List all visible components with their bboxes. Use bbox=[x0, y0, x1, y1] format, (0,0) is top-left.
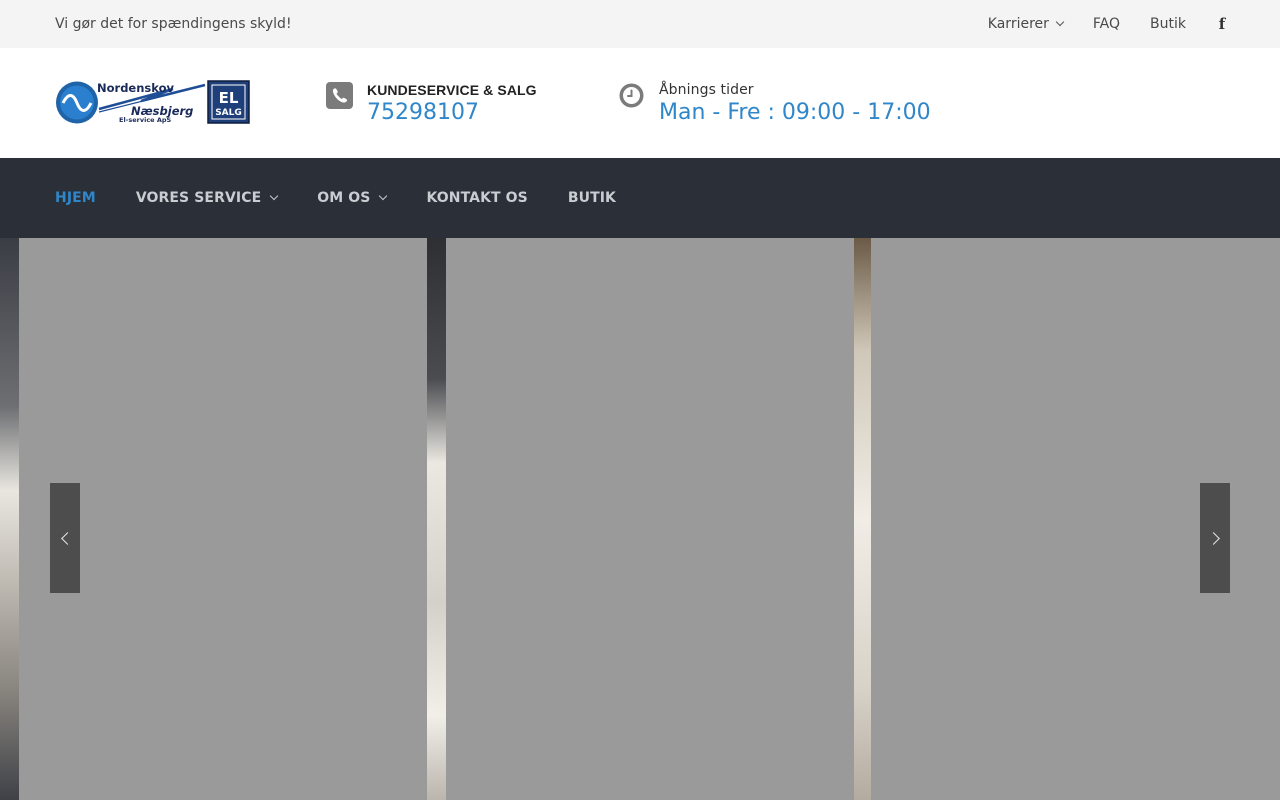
logo-badge-top: EL bbox=[219, 89, 239, 107]
logo-line1: Nordenskov bbox=[97, 81, 174, 95]
phone-icon bbox=[326, 82, 353, 109]
slide-image-strip bbox=[0, 238, 19, 800]
opening-hours-text: Åbnings tider Man - Fre : 09:00 - 17:00 bbox=[659, 81, 931, 127]
slide-overlay-panel bbox=[446, 238, 854, 800]
nav-item-kontakt-os[interactable]: KONTAKT OS bbox=[426, 190, 527, 206]
top-link-label: FAQ bbox=[1092, 16, 1121, 32]
top-link-butik[interactable]: Butik bbox=[1150, 16, 1186, 32]
nav-item-label: HJEM bbox=[55, 190, 96, 206]
top-link-label: Butik bbox=[1150, 16, 1186, 32]
top-link-karrierer[interactable]: Karrierer bbox=[987, 16, 1065, 32]
logo-badge-bottom: SALG bbox=[215, 108, 242, 118]
slider-next-button[interactable] bbox=[1200, 483, 1230, 593]
top-bar: Vi gør det for spændingens skyld! Karrie… bbox=[0, 0, 1280, 48]
logo-line3: El-service ApS bbox=[119, 116, 172, 124]
facebook-icon: f bbox=[1218, 15, 1226, 33]
slide-image-strip bbox=[427, 238, 446, 800]
clock-icon bbox=[618, 82, 645, 109]
phone-number[interactable]: 75298107 bbox=[367, 99, 537, 127]
top-links: Karrierer FAQ Butik f bbox=[988, 0, 1228, 48]
chevron-down-icon bbox=[379, 191, 388, 201]
nav-item-label: OM OS bbox=[317, 190, 371, 206]
nav-item-label: VORES SERVICE bbox=[135, 190, 262, 206]
opening-hours-value: Man - Fre : 09:00 - 17:00 bbox=[659, 100, 931, 125]
slider-prev-button[interactable] bbox=[50, 483, 80, 593]
slide-image-strip bbox=[854, 238, 871, 800]
customer-service-text: KUNDESERVICE & SALG 75298107 bbox=[367, 81, 537, 127]
company-logo[interactable]: Nordenskov Næsbjerg El-service ApS EL SA… bbox=[55, 79, 251, 126]
nav-items: HJEM VORES SERVICE OM OS KONTAKT OS BUTI… bbox=[55, 158, 616, 238]
opening-hours-block: Åbnings tider Man - Fre : 09:00 - 17:00 bbox=[618, 81, 931, 127]
hero-slider bbox=[0, 238, 1280, 800]
facebook-link[interactable]: f bbox=[1216, 15, 1228, 33]
logo-graphic: Nordenskov Næsbjerg El-service ApS EL SA… bbox=[56, 80, 250, 124]
nav-item-hjem[interactable]: HJEM bbox=[55, 190, 96, 206]
nav-item-label: KONTAKT OS bbox=[426, 190, 528, 206]
tagline: Vi gør det for spændingens skyld! bbox=[55, 16, 292, 32]
nav-item-om-os[interactable]: OM OS bbox=[317, 190, 388, 206]
top-link-faq[interactable]: FAQ bbox=[1093, 16, 1120, 32]
chevron-down-icon bbox=[269, 191, 279, 201]
nav-item-butik[interactable]: BUTIK bbox=[568, 190, 616, 206]
customer-service-block: KUNDESERVICE & SALG 75298107 bbox=[326, 81, 537, 127]
chevron-down-icon bbox=[1055, 17, 1065, 27]
header: Nordenskov Næsbjerg El-service ApS EL SA… bbox=[0, 48, 1280, 158]
customer-service-label: KUNDESERVICE & SALG bbox=[367, 82, 537, 98]
nav-item-label: BUTIK bbox=[567, 190, 616, 206]
chevron-right-icon bbox=[1206, 531, 1220, 545]
top-link-label: Karrierer bbox=[987, 16, 1049, 32]
chevron-left-icon bbox=[60, 531, 74, 545]
main-nav: HJEM VORES SERVICE OM OS KONTAKT OS BUTI… bbox=[0, 158, 1280, 238]
slide-overlay-panel bbox=[19, 238, 427, 800]
opening-hours-label: Åbnings tider bbox=[659, 82, 754, 98]
nav-item-vores-service[interactable]: VORES SERVICE bbox=[135, 190, 279, 206]
